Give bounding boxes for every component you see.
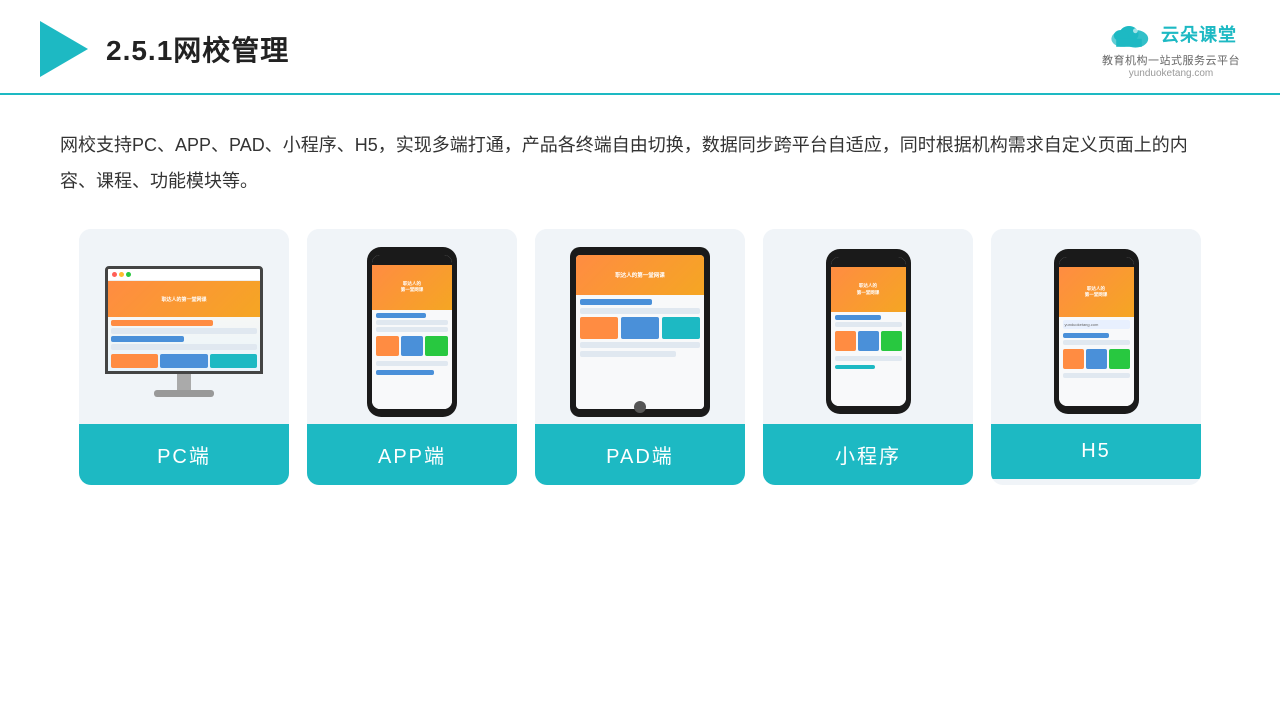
card-pc-image: 职达人的第一堂网课 <box>79 229 289 424</box>
header-left: 2.5.1网校管理 <box>40 21 289 77</box>
card-miniprogram-image: 职达人的第一堂网课 <box>763 229 973 424</box>
phone-notch <box>400 255 424 261</box>
card-app: 职达人的第一堂网课 <box>307 229 517 485</box>
card-miniprogram-label: 小程序 <box>763 424 973 485</box>
brand-tagline: 教育机构一站式服务云平台 <box>1102 52 1240 68</box>
brand-name: 云朵课堂 <box>1161 21 1237 47</box>
card-h5: 职达人的第一堂网课 yunduoketang.com <box>991 229 1201 485</box>
phone-screen-mini: 职达人的第一堂网课 <box>831 257 906 406</box>
brand-logo: 云朵课堂 教育机构一站式服务云平台 yunduoketang.com <box>1102 18 1240 79</box>
tablet-screen: 职达人的第一堂网课 <box>576 255 704 409</box>
h5-phone-mockup: 职达人的第一堂网课 yunduoketang.com <box>1054 249 1139 414</box>
app-phone-mockup: 职达人的第一堂网课 <box>367 247 457 417</box>
card-pad: 职达人的第一堂网课 <box>535 229 745 485</box>
card-pad-image: 职达人的第一堂网课 <box>535 229 745 424</box>
phone-screen-h5: 职达人的第一堂网课 yunduoketang.com <box>1059 257 1134 406</box>
brand-url: yunduoketang.com <box>1129 68 1214 79</box>
page-title: 2.5.1网校管理 <box>106 29 289 69</box>
cloud-icon <box>1105 18 1153 50</box>
description-text: 网校支持PC、APP、PAD、小程序、H5，实现多端打通，产品各终端自由切换，数… <box>0 95 1280 209</box>
platform-cards: 职达人的第一堂网课 <box>0 209 1280 515</box>
pc-monitor-mockup: 职达人的第一堂网课 <box>99 266 269 397</box>
card-pc-label: PC端 <box>79 424 289 485</box>
play-triangle-icon <box>40 21 88 77</box>
phone-notch-h5 <box>1084 257 1108 263</box>
header: 2.5.1网校管理 云朵课堂 教育机构一站式服务云平台 yunduoketang… <box>0 0 1280 95</box>
card-pad-label: PAD端 <box>535 424 745 485</box>
miniprogram-phone-mockup: 职达人的第一堂网课 <box>826 249 911 414</box>
page: 2.5.1网校管理 云朵课堂 教育机构一站式服务云平台 yunduoketang… <box>0 0 1280 720</box>
card-h5-image: 职达人的第一堂网课 yunduoketang.com <box>991 229 1201 424</box>
cloud-logo: 云朵课堂 <box>1105 18 1237 50</box>
monitor-inner: 职达人的第一堂网课 <box>108 269 260 371</box>
phone-notch-mini <box>856 257 880 263</box>
card-pc: 职达人的第一堂网课 <box>79 229 289 485</box>
phone-screen: 职达人的第一堂网课 <box>372 255 452 409</box>
monitor-screen: 职达人的第一堂网课 <box>105 266 263 374</box>
card-miniprogram: 职达人的第一堂网课 <box>763 229 973 485</box>
card-h5-label: H5 <box>991 424 1201 479</box>
card-app-label: APP端 <box>307 424 517 485</box>
pad-tablet-mockup: 职达人的第一堂网课 <box>570 247 710 417</box>
card-app-image: 职达人的第一堂网课 <box>307 229 517 424</box>
tablet-home-button <box>634 401 646 413</box>
